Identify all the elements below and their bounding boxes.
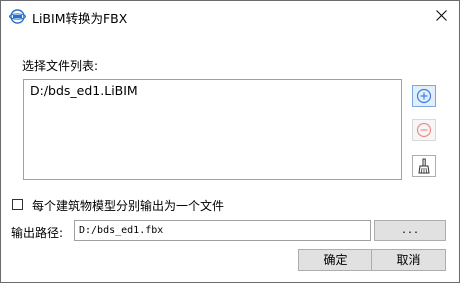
close-button[interactable] <box>425 1 459 31</box>
window-title: LiBIM转换为FBX <box>32 11 128 26</box>
plus-circle-icon <box>416 88 432 104</box>
libim-logo-icon <box>9 9 26 24</box>
dialog-window: LiBIM转换为FBX 选择文件列表: D:/bds_ed1.LiBIM 每个建… <box>0 0 460 283</box>
file-list[interactable]: D:/bds_ed1.LiBIM <box>23 79 402 180</box>
checkbox-box[interactable] <box>12 199 23 210</box>
ok-button[interactable]: 确定 <box>298 249 373 271</box>
clear-list-button[interactable] <box>412 155 436 177</box>
close-icon <box>436 10 447 21</box>
add-file-button[interactable] <box>412 85 436 107</box>
remove-file-button[interactable] <box>412 119 436 141</box>
separate-output-label: 每个建筑物模型分别输出为一个文件 <box>32 199 225 213</box>
cancel-button[interactable]: 取消 <box>371 249 446 271</box>
broom-icon <box>418 158 430 174</box>
output-path-label: 输出路径: <box>11 226 64 240</box>
output-path-input[interactable] <box>74 220 371 241</box>
file-list-label: 选择文件列表: <box>22 59 99 73</box>
list-item[interactable]: D:/bds_ed1.LiBIM <box>30 83 138 98</box>
minus-circle-icon <box>416 122 432 138</box>
browse-button[interactable]: ... <box>374 220 446 241</box>
title-bar[interactable]: LiBIM转换为FBX <box>1 1 459 31</box>
